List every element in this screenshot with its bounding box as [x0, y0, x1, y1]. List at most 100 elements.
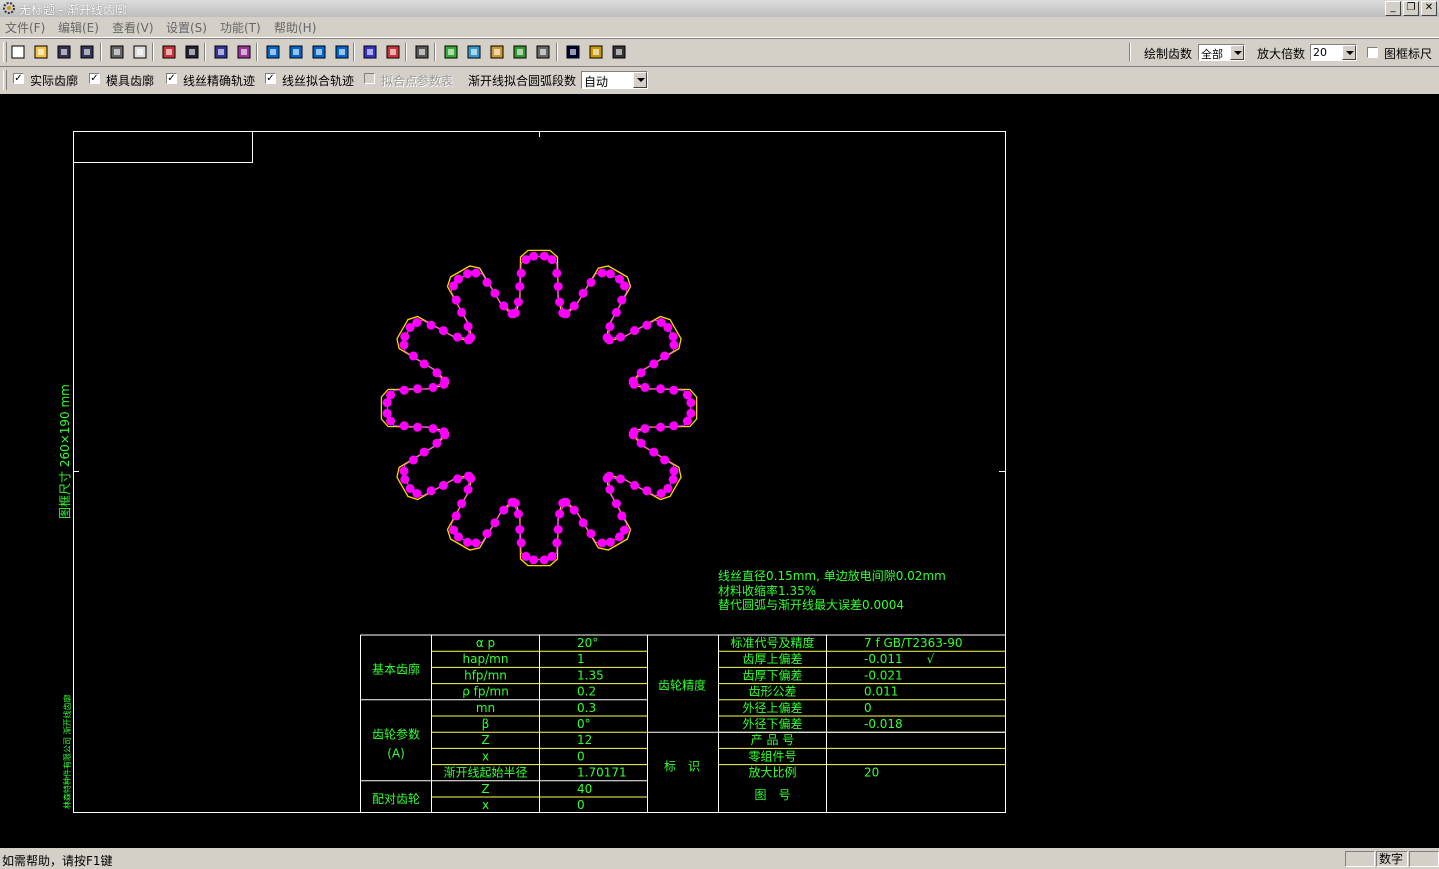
table-spec-value: 0 — [864, 701, 872, 715]
actual-profile-checkbox[interactable]: ✓ — [13, 73, 24, 84]
restore-button[interactable]: ❐ — [1403, 1, 1419, 16]
zoom-window-icon[interactable] — [263, 42, 283, 62]
zoom-fit-icon[interactable] — [332, 42, 352, 62]
fit-point-marker — [615, 532, 624, 542]
fit-point-marker — [539, 555, 549, 565]
fit-point-marker — [399, 421, 409, 431]
print-icon[interactable] — [107, 42, 127, 62]
fit-point-marker — [656, 384, 665, 394]
save-icon[interactable] — [54, 42, 74, 62]
menu-function[interactable]: 功能(T) — [220, 19, 261, 36]
fit-point-marker — [382, 408, 392, 418]
fit-point-marker — [628, 430, 638, 440]
fit-point-marker — [399, 340, 409, 350]
toolbar-separator — [256, 43, 258, 61]
arc-segments-select[interactable]: 自动 — [581, 71, 648, 89]
about-icon[interactable] — [609, 42, 629, 62]
fit-point-marker — [686, 398, 696, 408]
fit-point-marker — [630, 326, 640, 336]
menu-file[interactable]: 文件(F) — [5, 19, 45, 36]
zoom-in-icon[interactable] — [286, 42, 306, 62]
draw-teeth-select[interactable]: 全部 — [1198, 44, 1245, 61]
main-toolbar: 绘制齿数 全部 放大倍数 20 图框标尺 — [0, 38, 1439, 67]
fit-point-marker — [419, 447, 429, 457]
toolbar-separator — [434, 43, 436, 61]
fit-point-marker — [386, 390, 396, 400]
fit-point-marker — [660, 351, 670, 361]
zoom-out-icon[interactable] — [309, 42, 329, 62]
help-icon[interactable] — [586, 42, 606, 62]
fit-point-marker — [578, 288, 588, 298]
image1-icon[interactable] — [441, 42, 461, 62]
zoom-label: 放大倍数 — [1257, 47, 1306, 61]
context-help-icon[interactable] — [563, 42, 583, 62]
fit-point-marker — [555, 297, 565, 307]
image4-icon[interactable] — [510, 42, 530, 62]
frame-icon[interactable] — [182, 42, 202, 62]
drawing-canvas[interactable]: 图框尺寸 260×190 mm 林森特种件有限公司 渐开线齿廓 线丝直径0.15… — [0, 94, 1439, 848]
fit-point-marker — [428, 424, 438, 434]
new-icon[interactable] — [8, 42, 28, 62]
ruler-checkbox[interactable] — [1367, 47, 1378, 58]
fit-point-marker — [669, 421, 679, 431]
fit-point-marker — [669, 466, 679, 476]
image3-icon[interactable] — [487, 42, 507, 62]
wire-fit-checkbox[interactable]: ✓ — [265, 73, 276, 84]
fit-point-marker — [426, 320, 436, 330]
save-all-icon[interactable] — [77, 42, 97, 62]
close-button[interactable]: ✕ — [1421, 1, 1437, 16]
die-profile-checkbox[interactable]: ✓ — [89, 73, 100, 84]
fit-point-marker — [605, 537, 615, 547]
table-spec-value: -0.011 √ — [864, 652, 935, 666]
open-icon[interactable] — [31, 42, 51, 62]
menu-help[interactable]: 帮助(H) — [274, 19, 316, 36]
fit-point-marker — [413, 384, 422, 394]
dim-icon[interactable] — [211, 42, 231, 62]
fit-params-checkbox[interactable] — [364, 73, 375, 84]
properties-icon[interactable] — [412, 42, 432, 62]
fit-point-marker — [611, 307, 621, 317]
fit-point-marker — [466, 333, 476, 342]
menu-edit[interactable]: 编辑(E) — [58, 19, 99, 36]
toolbar-separator — [556, 43, 558, 61]
toolbar-separator — [1129, 43, 1131, 61]
fit-point-marker — [463, 485, 473, 494]
chart-icon[interactable] — [383, 42, 403, 62]
chevron-down-icon[interactable] — [1342, 45, 1356, 60]
table-group-params: 齿轮参数 — [372, 726, 420, 741]
status-help-text: 如需帮助，请按F1键 — [2, 854, 113, 868]
drawing-svg[interactable]: 图框尺寸 260×190 mm 林森特种件有限公司 渐开线齿廓 线丝直径0.15… — [0, 94, 1439, 848]
fit-point-marker — [463, 322, 473, 331]
fit-point-marker — [408, 455, 418, 465]
fit-point-marker — [617, 295, 627, 305]
menu-settings[interactable]: 设置(S) — [166, 19, 207, 36]
note-shrink: 材料收缩率1.35% — [718, 583, 816, 598]
fit-point-marker — [636, 368, 646, 378]
fit-point-marker — [507, 309, 517, 319]
align-icon[interactable] — [360, 42, 380, 62]
fit-point-marker — [516, 268, 526, 278]
table-group-precision: 齿轮精度 — [658, 678, 706, 693]
chevron-down-icon[interactable] — [633, 72, 647, 88]
zoom-select[interactable]: 20 — [1310, 44, 1357, 61]
fit-point-marker — [454, 274, 463, 284]
fit-point-marker — [463, 537, 473, 547]
table-param-name: Z — [481, 782, 489, 796]
image2-icon[interactable] — [464, 42, 484, 62]
fit-point-marker — [586, 529, 596, 539]
company-label: 林森特种件有限公司 渐开线齿廓 — [62, 694, 72, 809]
wire-precise-checkbox[interactable]: ✓ — [166, 73, 177, 84]
menu-view[interactable]: 查看(V) — [112, 19, 154, 36]
table-group-basic: 基本齿廓 — [372, 661, 420, 676]
fit-point-marker — [457, 307, 467, 317]
copy-frame-icon[interactable] — [159, 42, 179, 62]
image5-icon[interactable] — [533, 42, 553, 62]
table-param-name: 渐开线起始半径 — [443, 766, 527, 780]
minimize-button[interactable]: _ — [1385, 1, 1401, 16]
fit-point-marker — [529, 555, 539, 565]
dim-alt-icon[interactable] — [234, 42, 254, 62]
chevron-down-icon[interactable] — [1230, 45, 1244, 60]
print-preview-icon[interactable] — [130, 42, 150, 62]
table-param-value: 1 — [577, 652, 585, 666]
die-profile-outline — [380, 249, 698, 567]
